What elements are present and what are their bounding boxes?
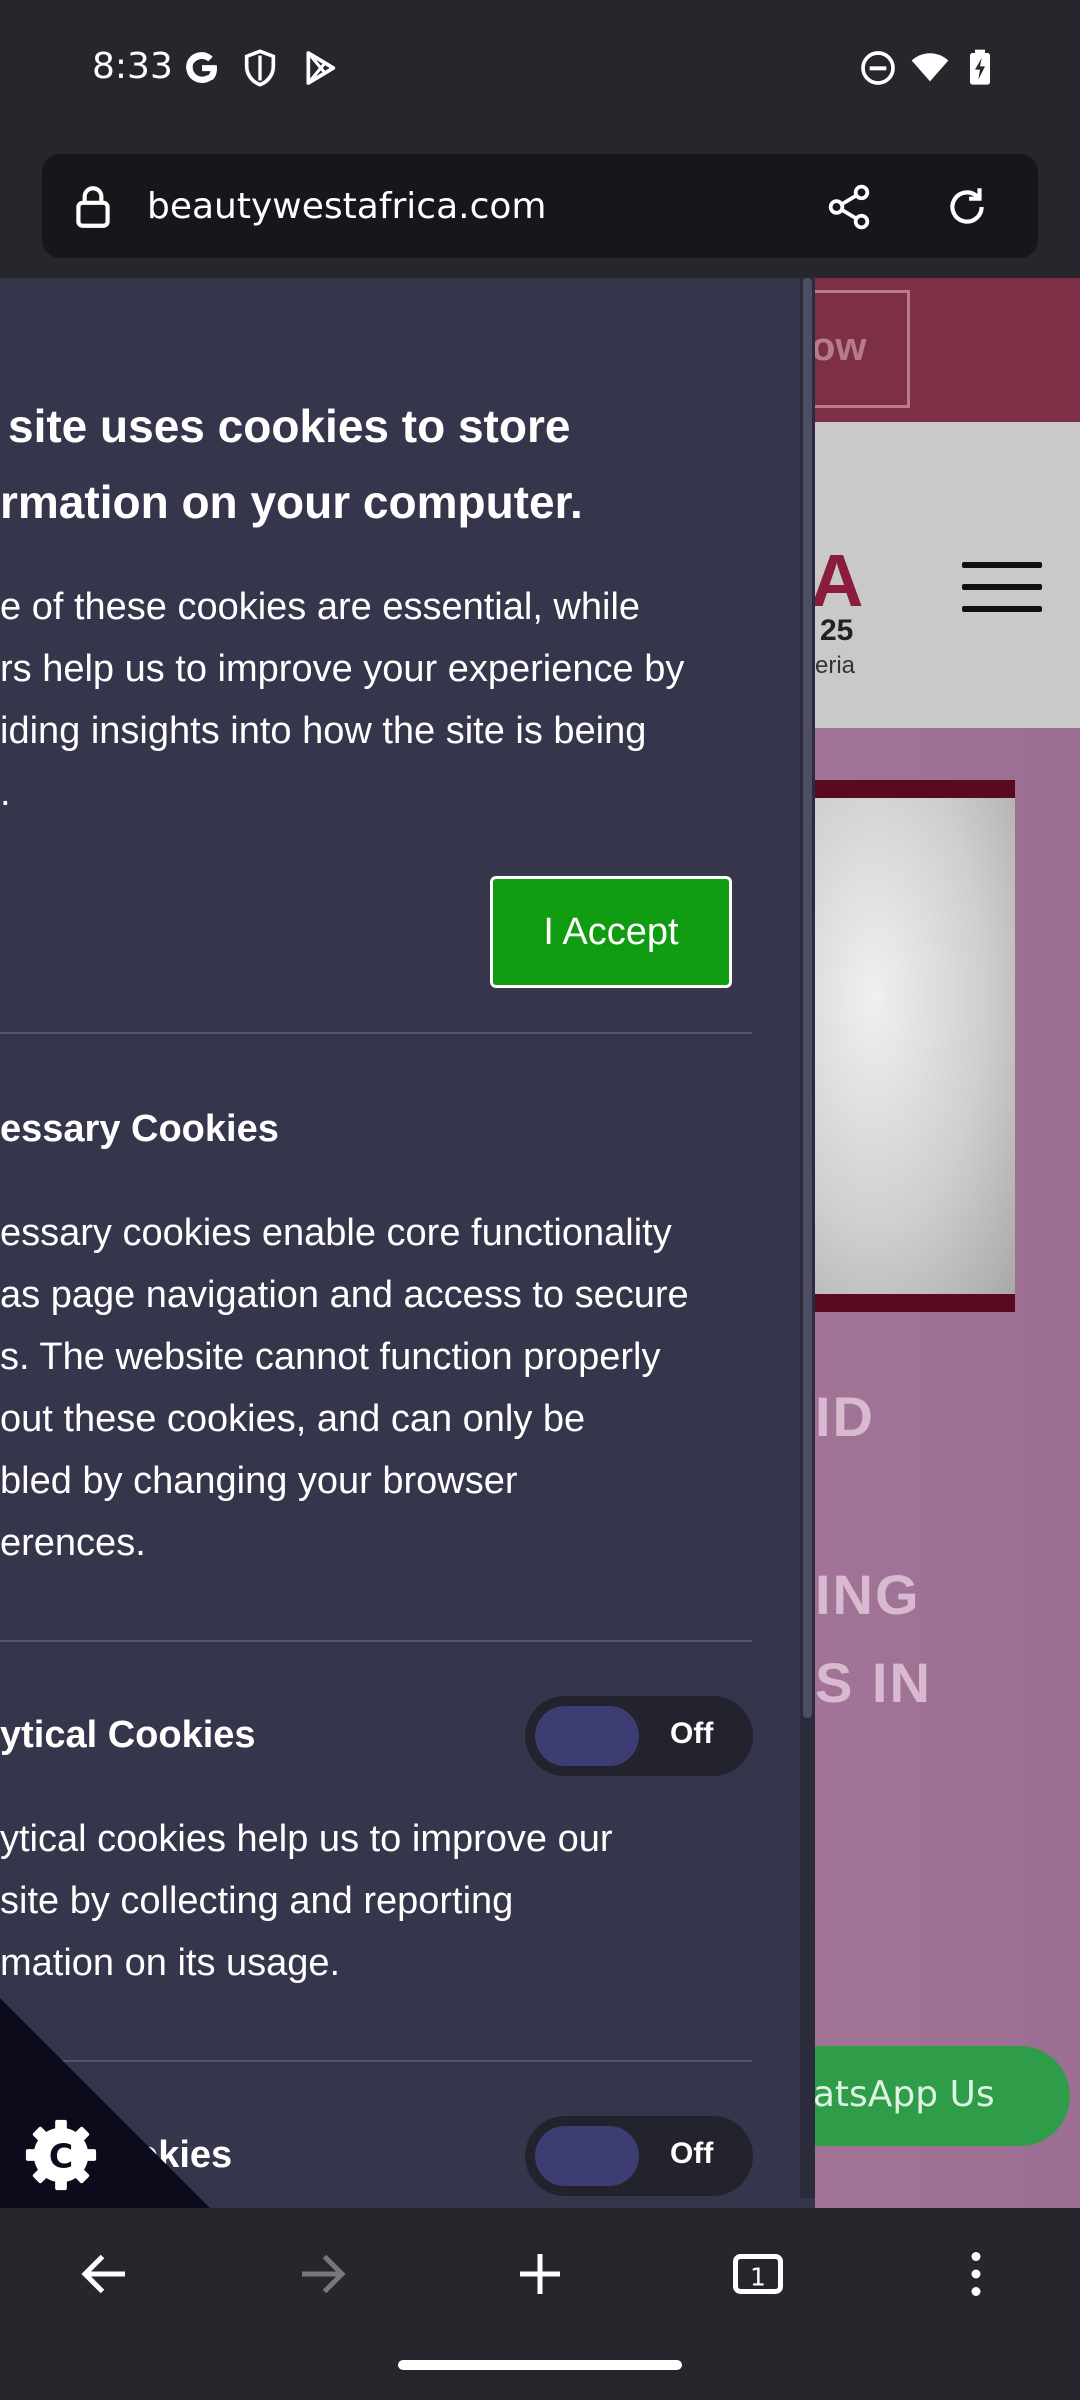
tab-switcher-icon[interactable]: 1: [728, 2244, 788, 2304]
home-indicator[interactable]: [398, 2360, 682, 2370]
svg-text:C: C: [49, 2137, 73, 2176]
site-banner-image: [780, 780, 1015, 1312]
site-logo[interactable]: A: [810, 538, 863, 623]
analytical-cookies-line-2: site by collecting and reporting: [0, 1880, 514, 1922]
analytical-cookies-toggle[interactable]: Off: [525, 1696, 753, 1776]
site-banner-text-1: ID: [815, 1385, 875, 1448]
cookie-intro-line-1: e of these cookies are essential, while: [0, 586, 641, 628]
back-arrow-icon[interactable]: [75, 2244, 135, 2304]
lock-icon[interactable]: [68, 182, 118, 232]
cookie-panel-title-line-2: rmation on your computer.: [0, 476, 583, 528]
site-logo-year: 25: [820, 614, 854, 647]
cookie-intro-line-2: rs help us to improve your experience by: [0, 648, 685, 690]
site-top-button-label: ow: [811, 325, 867, 369]
address-bar[interactable]: beautywestafrica.com: [42, 154, 1038, 258]
accept-button[interactable]: I Accept: [490, 876, 732, 988]
shield-icon: [244, 49, 276, 87]
site-logo-country: eria: [815, 652, 856, 679]
analytical-cookies-line-1: ytical cookies help us to improve our: [0, 1818, 613, 1860]
overflow-menu-icon[interactable]: [946, 2244, 1006, 2304]
battery-charging-icon: [970, 49, 990, 85]
status-bar: 8:33: [0, 0, 1080, 136]
site-banner-text-2: ING: [815, 1563, 921, 1626]
reload-icon[interactable]: [942, 182, 992, 232]
panel-scrollbar-thumb[interactable]: [803, 278, 812, 1718]
divider: [0, 2060, 752, 2062]
hamburger-menu-icon[interactable]: [962, 562, 1042, 616]
google-icon: [186, 52, 217, 84]
necessary-cookies-heading: essary Cookies: [0, 1108, 279, 1150]
play-store-icon: [306, 51, 336, 85]
necessary-cookies-line-6: erences.: [0, 1522, 146, 1564]
analytical-cookies-heading: ytical Cookies: [0, 1714, 256, 1756]
toggle-knob: [535, 1706, 639, 1766]
cookie-settings-icon[interactable]: C: [22, 2116, 100, 2194]
toggle-label: Off: [670, 2137, 714, 2170]
site-banner-text-3: S IN: [815, 1651, 932, 1714]
url-text[interactable]: beautywestafrica.com: [147, 186, 546, 227]
necessary-cookies-line-1: essary cookies enable core functionality: [0, 1212, 672, 1254]
analytical-cookies-line-3: mation on its usage.: [0, 1942, 341, 1984]
cookie-panel-title-line-1: site uses cookies to store: [8, 400, 571, 452]
toggle-label: Off: [670, 1717, 714, 1750]
third-cookies-toggle[interactable]: Off: [525, 2116, 753, 2196]
share-icon[interactable]: [824, 182, 874, 232]
wifi-icon: [911, 53, 949, 82]
necessary-cookies-line-5: bled by changing your browser: [0, 1460, 518, 1502]
cookie-consent-panel: site uses cookies to store rmation on yo…: [0, 278, 815, 2208]
whatsapp-button[interactable]: hatsApp Us: [770, 2046, 1070, 2146]
necessary-cookies-line-4: out these cookies, and can only be: [0, 1398, 586, 1440]
tab-count: 1: [750, 2262, 766, 2291]
toggle-knob: [535, 2126, 639, 2186]
web-viewport[interactable]: ow A 25 eria ID ING S IN hatsApp Us site…: [0, 278, 1080, 2208]
necessary-cookies-line-3: s. The website cannot function properly: [0, 1336, 661, 1378]
whatsapp-button-label: hatsApp Us: [790, 2074, 995, 2115]
cookie-intro-line-4: .: [0, 772, 11, 814]
cookie-intro-line-3: iding insights into how the site is bein…: [0, 710, 647, 752]
browser-bottom-toolbar: 1: [0, 2208, 1080, 2342]
forward-arrow-icon[interactable]: [292, 2244, 352, 2304]
status-time: 8:33: [92, 46, 173, 87]
divider: [0, 1032, 752, 1034]
do-not-disturb-icon: [861, 51, 895, 85]
new-tab-plus-icon[interactable]: [510, 2244, 570, 2304]
necessary-cookies-line-2: as page navigation and access to secure: [0, 1274, 689, 1316]
divider: [0, 1640, 752, 1642]
